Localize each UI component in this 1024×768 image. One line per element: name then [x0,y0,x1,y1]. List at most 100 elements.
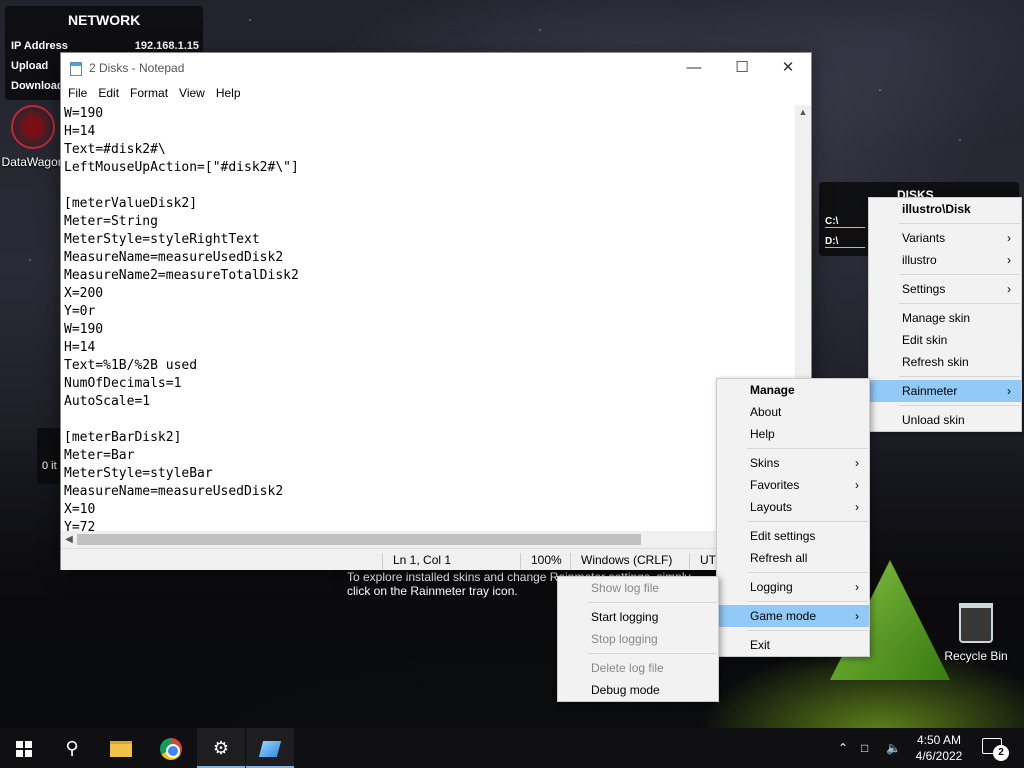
notepad-app-icon [70,62,82,76]
illustro-label: illustro [902,253,937,267]
notepad-title: 2 Disks - Notepad [89,61,185,75]
chevron-right-icon: › [855,580,859,594]
settings-gear-icon: ⚙ [212,738,230,758]
chevron-right-icon: › [855,500,859,514]
menu-separator [747,630,868,631]
skin-menu-variants[interactable]: Variants › [869,227,1021,249]
horizontal-scroll-thumb[interactable] [77,534,641,545]
notepad-text-area[interactable]: W=190 H=14 Text=#disk2#\ LeftMouseUpActi… [61,105,797,581]
logging-menu-start-logging[interactable]: Start logging [558,606,718,628]
taskbar-file-explorer[interactable] [97,728,145,768]
recycle-bin-label: Recycle Bin [944,649,1008,663]
skin-menu-refresh-skin[interactable]: Refresh skin [869,351,1021,373]
taskbar-settings[interactable]: ⚙ [197,728,245,768]
menu-separator [747,521,868,522]
chrome-icon [160,738,182,761]
rainmeter-menu-help[interactable]: Help [717,423,869,445]
settings-label: Settings [902,282,946,296]
rainmeter-menu-about[interactable]: About [717,401,869,423]
rainmeter-menu-logging[interactable]: Logging › [717,576,869,598]
skin-menu-illustro[interactable]: illustro › [869,249,1021,271]
menu-view[interactable]: View [178,84,212,104]
menu-help[interactable]: Help [215,84,248,104]
logging-menu-debug-mode[interactable]: Debug mode [558,679,718,701]
maximize-button[interactable]: ☐ [719,53,765,84]
menu-separator [899,405,1020,406]
horizontal-scrollbar[interactable]: ◀ [61,531,797,548]
desktop-icon-datawagon[interactable]: DataWagon [0,105,66,169]
rainmeter-menu-layouts[interactable]: Layouts › [717,496,869,518]
menu-separator [588,653,717,654]
recycle-bin-icon [959,603,993,643]
notepad-menubar: File Edit Format View Help [61,84,811,104]
menu-edit[interactable]: Edit [97,84,126,104]
taskbar-notepad[interactable] [246,728,294,768]
chevron-right-icon: › [1007,384,1011,398]
skin-menu-edit-skin[interactable]: Edit skin [869,329,1021,351]
rainmeter-menu-manage[interactable]: Manage [717,379,869,401]
variants-label: Variants [902,231,946,245]
scroll-up-icon[interactable]: ▲ [795,107,811,117]
menu-separator [899,223,1020,224]
menu-separator [747,572,868,573]
logging-label: Logging [750,580,793,594]
desktop-icon-recycle-bin[interactable]: Recycle Bin [938,603,1014,663]
close-button[interactable]: ✕ [765,53,811,84]
taskbar-clock[interactable]: 4:50 AM 4/6/2022 [912,732,966,764]
rainmeter-submenu: Manage About Help Skins › Favorites › Layo… [716,378,870,657]
logging-menu-stop-logging[interactable]: Stop logging [558,628,718,650]
rainmeter-menu-favorites[interactable]: Favorites › [717,474,869,496]
rainmeter-menu-edit-settings[interactable]: Edit settings [717,525,869,547]
game-mode-label: Game mode [750,609,817,623]
rainmeter-menu-exit[interactable]: Exit [717,634,869,656]
file-explorer-icon [110,741,132,758]
menu-separator [899,376,1020,377]
chevron-right-icon: › [1007,282,1011,296]
menu-file[interactable]: File [67,84,94,104]
notepad-statusbar: Ln 1, Col 1 100% Windows (CRLF) UTF-8 [61,548,811,570]
chevron-right-icon: › [855,478,859,492]
clock-date: 4/6/2022 [915,749,963,763]
datawagon-icon [11,105,55,149]
notepad-window[interactable]: 2 Disks - Notepad — ☐ ✕ File Edit Format… [60,52,812,570]
favorites-label: Favorites [750,478,800,492]
chevron-up-icon: ⌃ [838,741,849,755]
menu-format[interactable]: Format [129,84,175,104]
rainmeter-menu-game-mode[interactable]: Game mode › [717,605,869,627]
ip-label: IP Address [11,40,68,52]
volume-tray-button[interactable]: 🔈 [886,728,901,768]
rainmeter-label: Rainmeter [902,384,958,398]
search-button[interactable]: ⚲ [48,728,96,768]
chevron-right-icon: › [855,456,859,470]
skin-menu-unload-skin[interactable]: Unload skin [869,409,1021,431]
minimize-button[interactable]: — [671,53,717,84]
show-hidden-icons-button[interactable]: ⌃ [838,728,848,768]
skin-menu-header[interactable]: illustro\Disk [869,198,1021,220]
notepad-titlebar[interactable]: 2 Disks - Notepad — ☐ ✕ [61,53,811,84]
ip-value: 192.168.1.15 [134,40,199,52]
download-label: Download [11,80,64,92]
start-button[interactable] [0,728,48,768]
datawagon-label: DataWagon [1,155,65,169]
disk-d-label[interactable]: D:\ [825,236,865,248]
layouts-label: Layouts [750,500,793,514]
notepad-icon [258,741,282,758]
left-widget-text: 0 it [42,460,57,472]
menu-separator [747,448,868,449]
notification-count-badge: 2 [993,745,1009,761]
disk-c-label[interactable]: C:\ [825,216,865,228]
logging-menu-show-log-file[interactable]: Show log file [558,577,718,599]
rainmeter-menu-refresh-all[interactable]: Refresh all [717,547,869,569]
network-tray-button[interactable]: □ [861,728,868,768]
chevron-right-icon: › [855,609,859,623]
scroll-left-icon[interactable]: ◀ [61,531,77,548]
skin-menu-settings[interactable]: Settings › [869,278,1021,300]
skin-menu-manage-skin[interactable]: Manage skin [869,307,1021,329]
notification-center-button[interactable]: 2 [982,738,1009,761]
rainmeter-menu-skins[interactable]: Skins › [717,452,869,474]
logging-menu-delete-log-file[interactable]: Delete log file [558,657,718,679]
windows-start-icon [16,741,32,758]
skin-menu-rainmeter[interactable]: Rainmeter › [869,380,1021,402]
chevron-right-icon: › [1007,231,1011,245]
taskbar-chrome[interactable] [147,728,195,768]
